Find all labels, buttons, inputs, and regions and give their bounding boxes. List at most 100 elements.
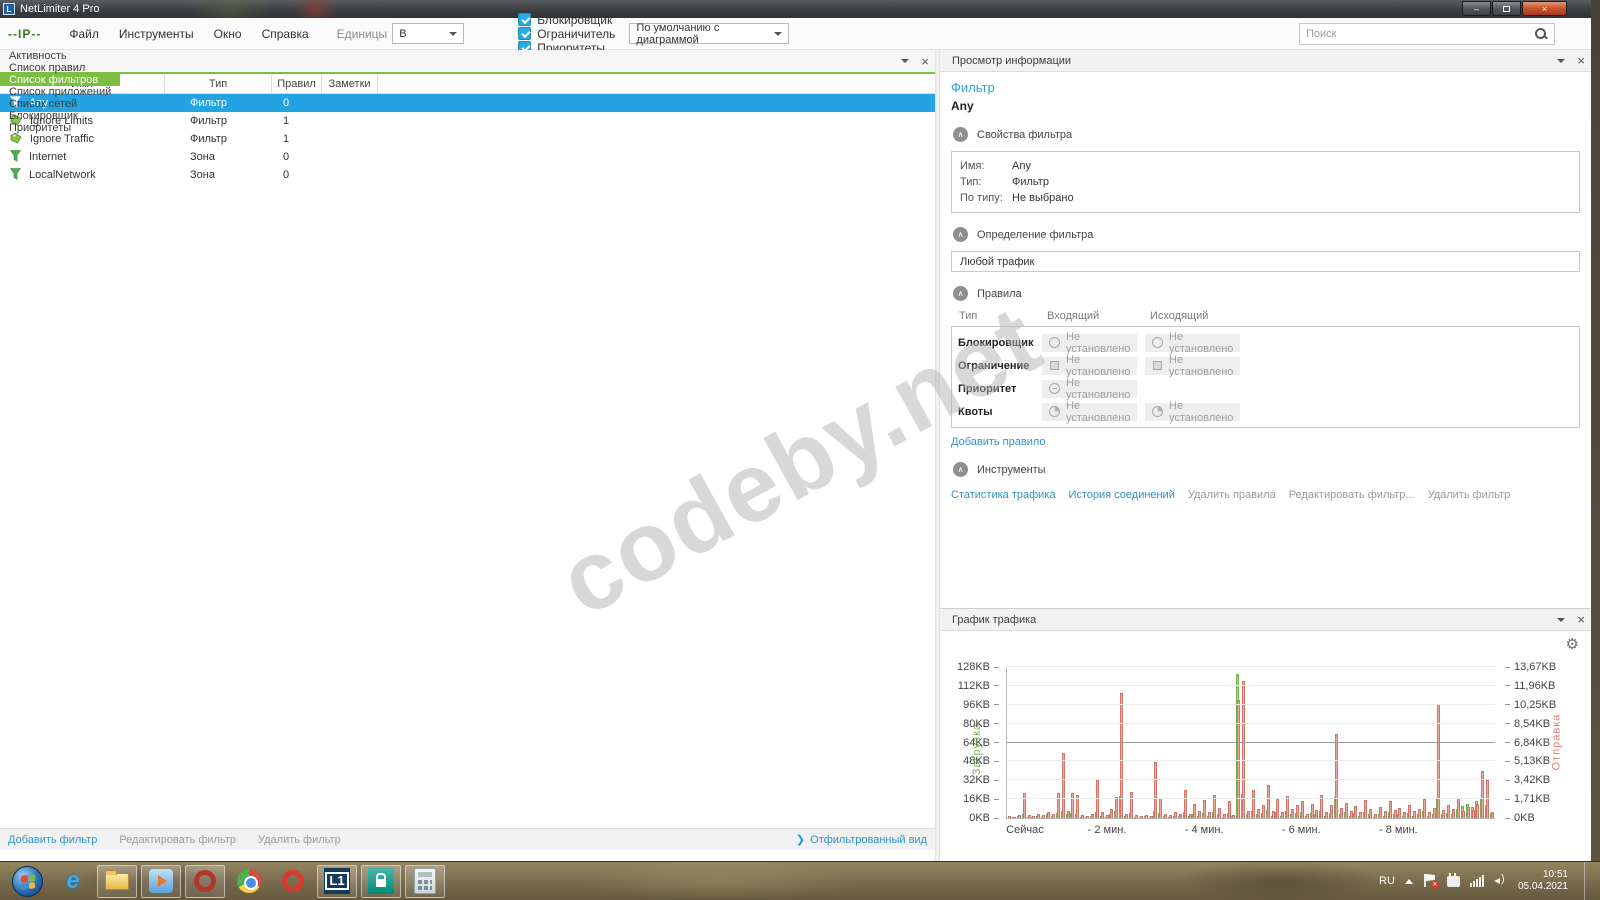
upload-bar (1106, 815, 1109, 818)
show-desktop-button[interactable] (1584, 862, 1592, 900)
rule-incoming-badge[interactable]: Не установлено (1042, 380, 1137, 398)
upload-bar (1291, 809, 1294, 818)
upload-bar (1057, 793, 1060, 818)
toolbar-checkbox-2[interactable]: Ограничитель (518, 27, 615, 41)
clock[interactable]: 10:51 05.04.2021 (1518, 869, 1568, 893)
menu-item-2[interactable]: Инструменты (109, 23, 204, 45)
upload-bar (1281, 812, 1284, 818)
right-axis-tick: 3,42KB (1505, 774, 1550, 786)
upload-bar (1257, 809, 1260, 818)
taskbar-item-lock-app[interactable] (361, 865, 401, 898)
section-definition[interactable]: ∧ Определение фильтра (953, 227, 1580, 242)
filtered-view-link[interactable]: ❯ Отфильтрованный вид (796, 833, 927, 846)
rule-incoming-badge[interactable]: Не установлено (1042, 403, 1137, 421)
upload-bar (1032, 816, 1035, 818)
tab-6[interactable]: Блокировщик (0, 110, 120, 122)
section-properties[interactable]: ∧ Свойства фильтра (953, 127, 1580, 142)
power-plug-icon[interactable] (1447, 876, 1460, 887)
upload-bar (1232, 815, 1235, 818)
tool-link-2[interactable]: История соединений (1068, 489, 1174, 501)
upload-bar (1369, 809, 1372, 818)
collapse-icon[interactable]: ∧ (953, 127, 968, 142)
x-axis-tick: - 4 мин. (1185, 824, 1224, 836)
taskbar-item-calculator[interactable] (405, 865, 445, 898)
pane-close-icon[interactable]: × (1577, 613, 1585, 626)
column-header-3[interactable]: Правил (272, 74, 322, 93)
column-header-2[interactable]: Тип (165, 74, 272, 93)
volume-icon[interactable] (1494, 875, 1508, 887)
menu-item-4[interactable]: Справка (252, 23, 319, 45)
upload-bar (1154, 762, 1157, 818)
taskbar-item-opera-beta[interactable] (185, 865, 225, 898)
table-row[interactable]: InternetЗона0 (0, 148, 935, 166)
start-button[interactable] (12, 866, 43, 897)
tab-7[interactable]: Приоритеты (0, 122, 120, 134)
taskbar-item-netlimiter[interactable]: L1 (317, 865, 357, 898)
tab-5[interactable]: Список сетей (0, 98, 120, 110)
pane-menu-icon[interactable] (1557, 59, 1565, 63)
tray-expand-icon[interactable] (1405, 879, 1413, 884)
network-signal-icon[interactable] (1470, 875, 1484, 887)
pane-menu-icon[interactable] (901, 59, 909, 63)
taskbar-item-chrome[interactable] (229, 865, 269, 898)
pane-menu-icon[interactable] (1557, 618, 1565, 622)
upload-bar (1110, 809, 1113, 818)
tab-4[interactable]: Список приложений (0, 86, 120, 98)
rule-outgoing-badge[interactable]: Не установлено (1145, 357, 1240, 375)
table-row[interactable]: Ignore LimitsФильтр1 (0, 112, 935, 130)
menu-item-1[interactable]: Файл (59, 23, 109, 45)
toolbar-checkbox-1[interactable]: Блокировщик (518, 13, 615, 27)
left-axis-tick: 96KB (963, 699, 999, 711)
units-dropdown[interactable]: B (392, 23, 464, 44)
upload-bar (1276, 799, 1279, 818)
add-rule-link[interactable]: Добавить правило (951, 436, 1580, 448)
footer-link-2: Редактировать фильтр (119, 834, 236, 846)
upload-bar (1364, 800, 1367, 818)
section-rules[interactable]: ∧ Правила (953, 286, 1580, 301)
footer-link-1[interactable]: Добавить фильтр (8, 834, 97, 846)
menu-item-3[interactable]: Окно (204, 23, 252, 45)
table-row[interactable]: AnyФильтр0 (0, 94, 935, 112)
language-indicator[interactable]: RU (1379, 875, 1395, 887)
taskbar-item-opera[interactable] (273, 865, 313, 898)
section-tools[interactable]: ∧ Инструменты (953, 462, 1580, 477)
action-center-flag-icon[interactable]: ✕ (1423, 874, 1437, 888)
rule-outgoing-badge[interactable]: Не установлено (1145, 334, 1240, 352)
upload-bar (1228, 801, 1231, 818)
taskbar-item-internet-explorer[interactable]: e (53, 865, 93, 898)
gridline (1007, 798, 1495, 799)
collapse-icon[interactable]: ∧ (953, 286, 968, 301)
menubar: --IP-- ФайлИнструментыОкноСправка Единиц… (0, 18, 1591, 50)
view-mode-dropdown[interactable]: По умолчанию с диаграммой (629, 23, 789, 44)
column-header-4[interactable]: Заметки (322, 74, 378, 93)
table-row[interactable]: LocalNetworkЗона0 (0, 166, 935, 184)
checkbox-checked-icon (518, 13, 531, 26)
badge-label: Не установлено (1066, 400, 1130, 424)
upload-bar (1447, 805, 1450, 818)
pane-close-icon[interactable]: × (1577, 54, 1585, 67)
maximize-button[interactable] (1492, 1, 1521, 16)
tab-1[interactable]: Активность (0, 50, 120, 62)
tool-link-1[interactable]: Статистика трафика (951, 489, 1055, 501)
minimize-button[interactable]: – (1462, 1, 1491, 16)
taskbar-item-media-player[interactable] (141, 865, 181, 898)
taskbar-item-file-explorer[interactable] (97, 865, 137, 898)
search-input[interactable] (1306, 28, 1534, 40)
pane-close-icon[interactable]: × (921, 55, 929, 68)
window-title: NetLimiter 4 Pro (20, 3, 99, 15)
tool-link-3: Удалить правила (1188, 489, 1276, 501)
tab-2[interactable]: Список правил (0, 62, 120, 74)
tab-3[interactable]: Список фильтров (0, 74, 120, 86)
collapse-icon[interactable]: ∧ (953, 227, 968, 242)
app-icon: L (3, 3, 15, 15)
upload-bar (1101, 812, 1104, 818)
search-icon[interactable] (1534, 27, 1548, 41)
rule-incoming-badge[interactable]: Не установлено (1042, 357, 1137, 375)
gear-icon[interactable]: ⚙ (1566, 635, 1579, 653)
close-button[interactable]: × (1522, 1, 1567, 16)
table-row[interactable]: Ignore TrafficФильтр1 (0, 130, 935, 148)
rule-outgoing-badge[interactable]: Не установлено (1145, 403, 1240, 421)
upload-bar (1120, 693, 1123, 818)
collapse-icon[interactable]: ∧ (953, 462, 968, 477)
rule-incoming-badge[interactable]: Не установлено (1042, 334, 1137, 352)
